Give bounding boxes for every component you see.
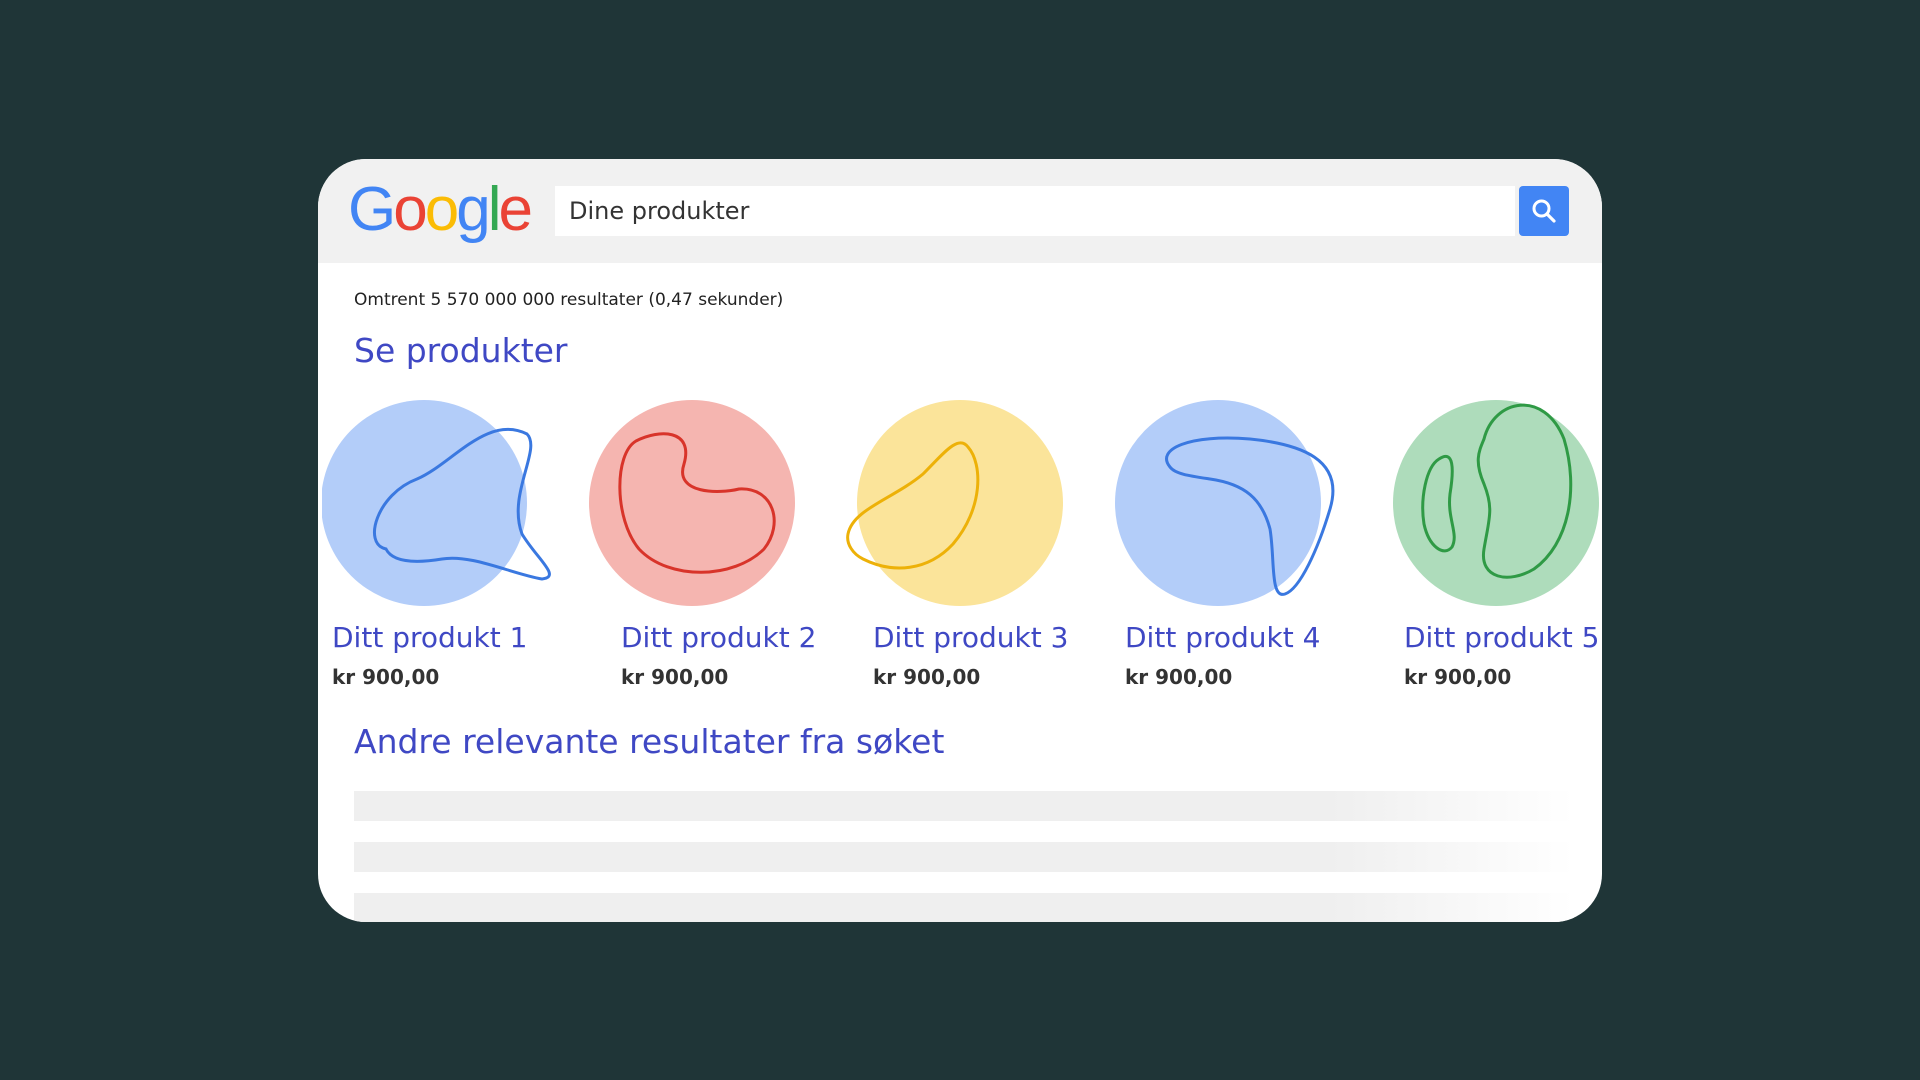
product-name[interactable]: Ditt produkt 1: [332, 621, 527, 654]
product-card[interactable]: Ditt produkt 3 kr 900,00: [838, 399, 1098, 699]
product-name[interactable]: Ditt produkt 2: [621, 621, 816, 654]
result-placeholder: [354, 791, 1574, 821]
product-card[interactable]: Ditt produkt 2 kr 900,00: [574, 399, 834, 699]
product-price: kr 900,00: [332, 665, 440, 689]
product-card[interactable]: Ditt produkt 1 kr 900,00: [322, 399, 582, 699]
result-stats: Omtrent 5 570 000 000 resultater (0,47 s…: [354, 290, 784, 310]
logo-letter: G: [348, 175, 396, 244]
logo-letter: l: [487, 175, 502, 244]
product-card[interactable]: Ditt produkt 5 kr 900,00: [1384, 399, 1602, 699]
search-input[interactable]: Dine produkter: [555, 186, 1515, 236]
product-image: [322, 400, 551, 606]
search-icon: [1532, 199, 1556, 223]
product-name[interactable]: Ditt produkt 5: [1404, 621, 1599, 654]
product-price: kr 900,00: [1125, 665, 1233, 689]
search-results-card: Google Dine produkter Omtrent 5 570 000 …: [318, 159, 1602, 922]
product-name[interactable]: Ditt produkt 3: [873, 621, 1068, 654]
product-price: kr 900,00: [1404, 665, 1512, 689]
google-logo[interactable]: Google: [348, 175, 533, 244]
product-price: kr 900,00: [873, 665, 981, 689]
search-header: Google Dine produkter: [318, 159, 1602, 263]
logo-letter: e: [498, 175, 533, 244]
logo-letter: o: [393, 175, 428, 244]
product-image: [846, 400, 1063, 606]
product-price: kr 900,00: [621, 665, 729, 689]
product-name[interactable]: Ditt produkt 4: [1125, 621, 1320, 654]
result-placeholder: [354, 893, 1574, 922]
product-image: [1115, 400, 1335, 606]
search-button[interactable]: [1519, 186, 1569, 236]
products-section-title: Se produkter: [354, 331, 568, 370]
result-placeholder: [354, 842, 1574, 872]
logo-letter: o: [424, 175, 460, 244]
search-input-value[interactable]: Dine produkter: [569, 186, 749, 236]
other-results-title: Andre relevante resultater fra søket: [354, 722, 945, 761]
product-image: [1393, 400, 1599, 606]
product-image: [589, 400, 795, 606]
product-card[interactable]: Ditt produkt 4 kr 900,00: [1110, 399, 1370, 699]
logo-letter: g: [456, 175, 491, 244]
